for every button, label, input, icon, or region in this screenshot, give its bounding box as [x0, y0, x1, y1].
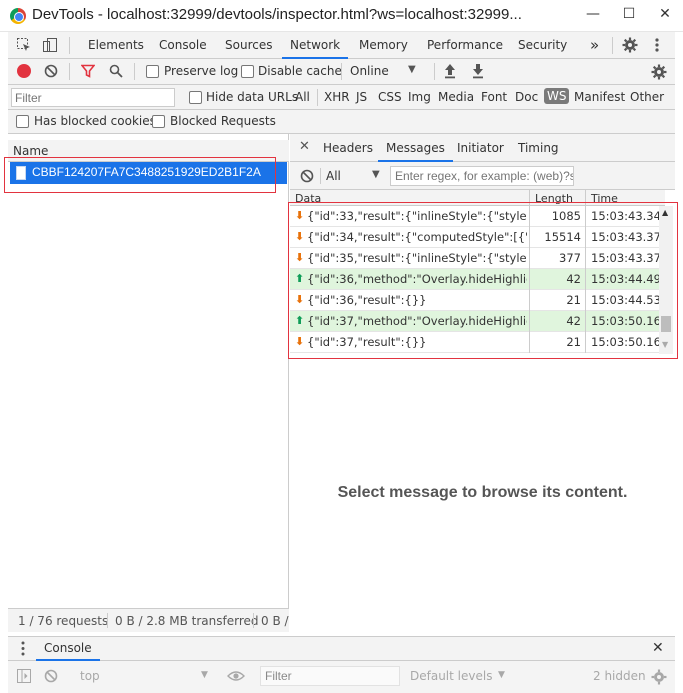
disable-cache-label: Disable cache — [258, 64, 342, 78]
filter-type-all[interactable]: All — [295, 90, 310, 104]
filter-type-xhr[interactable]: XHR — [324, 90, 350, 104]
message-type-select[interactable]: All — [326, 169, 341, 183]
settings-gear-icon[interactable] — [622, 37, 638, 53]
filter-type-css[interactable]: CSS — [378, 90, 402, 104]
divider — [107, 613, 108, 628]
divider — [341, 63, 342, 80]
console-settings-gear-icon[interactable] — [651, 669, 667, 685]
tab-memory[interactable]: Memory — [359, 32, 408, 59]
filter-type-img[interactable]: Img — [408, 90, 431, 104]
divider — [69, 63, 70, 80]
tab-timing[interactable]: Timing — [518, 141, 559, 155]
tab-network[interactable]: Network — [282, 32, 349, 59]
preserve-log-checkbox[interactable] — [146, 65, 159, 78]
search-icon[interactable] — [109, 64, 123, 78]
divider — [317, 89, 318, 106]
has-blocked-cookies-checkbox[interactable] — [16, 115, 29, 128]
tab-headers[interactable]: Headers — [323, 141, 373, 155]
tab-security[interactable]: Security — [518, 32, 567, 59]
close-detail-icon[interactable]: ✕ — [299, 139, 310, 154]
console-sidebar-icon[interactable] — [17, 669, 31, 683]
empty-message-placeholder: Select message to browse its content. — [337, 484, 628, 501]
message-type-dropdown-icon[interactable]: ▼ — [372, 169, 380, 180]
clear-messages-icon[interactable] — [300, 169, 314, 183]
drawer-menu-icon[interactable] — [20, 640, 26, 657]
tab-messages[interactable]: Messages — [378, 141, 453, 162]
annotation-box-messages — [288, 202, 678, 359]
clear-icon[interactable] — [44, 64, 58, 78]
filter-funnel-icon[interactable] — [80, 64, 96, 78]
network-toolbar: Preserve log Disable cache Online ▼ — [8, 59, 675, 85]
filter-bar: Hide data URLs All XHR JS CSS Img Media … — [8, 85, 675, 110]
context-dropdown-icon[interactable]: ▼ — [201, 670, 208, 680]
filter-input[interactable] — [11, 88, 175, 107]
throttling-select[interactable]: Online — [350, 64, 389, 78]
preserve-log-label: Preserve log — [164, 64, 239, 78]
devtools-tab-bar: Elements Console Sources Network Memory … — [8, 32, 675, 59]
console-filter-input[interactable] — [260, 666, 400, 686]
context-select[interactable]: top — [80, 669, 100, 683]
detail-tabs: ✕ Headers Messages Initiator Timing — [290, 134, 675, 162]
filter-type-font[interactable]: Font — [481, 90, 507, 104]
blocked-requests-checkbox[interactable] — [152, 115, 165, 128]
has-blocked-cookies-label: Has blocked cookies — [34, 114, 156, 128]
tab-initiator[interactable]: Initiator — [457, 141, 504, 155]
tab-performance[interactable]: Performance — [427, 32, 503, 59]
divider — [434, 63, 435, 80]
messages-filter-bar: All ▼ — [290, 162, 675, 190]
filter-type-manifest[interactable]: Manifest — [574, 90, 625, 104]
transferred-size: 0 B / 2.8 MB transferred — [115, 614, 259, 628]
close-window-button[interactable]: ✕ — [650, 0, 680, 30]
divider — [253, 613, 254, 628]
tab-console[interactable]: Console — [159, 32, 207, 59]
window-title: DevTools - localhost:32999/devtools/insp… — [32, 6, 522, 23]
divider — [612, 37, 613, 54]
hide-data-urls-label: Hide data URLs — [206, 90, 299, 104]
divider — [69, 37, 70, 54]
requests-count: 1 / 76 requests — [18, 614, 109, 628]
hide-data-urls-checkbox[interactable] — [189, 91, 202, 104]
divider — [320, 168, 321, 184]
throttling-dropdown-icon[interactable]: ▼ — [408, 64, 416, 75]
network-settings-gear-icon[interactable] — [651, 64, 667, 80]
filter-type-ws[interactable]: WS — [544, 88, 570, 104]
import-har-icon[interactable] — [444, 63, 456, 79]
resources-size: 0 B / — [261, 614, 289, 628]
message-regex-input[interactable] — [390, 166, 574, 186]
chrome-logo-icon — [10, 8, 26, 24]
tab-sources[interactable]: Sources — [225, 32, 272, 59]
drawer-tab-console[interactable]: Console — [36, 641, 100, 661]
filter-type-media[interactable]: Media — [438, 90, 474, 104]
log-levels-select[interactable]: Default levels — [410, 669, 492, 683]
divider — [134, 63, 135, 80]
maximize-button[interactable]: ☐ — [614, 0, 644, 30]
window-title-bar: DevTools - localhost:32999/devtools/insp… — [0, 0, 683, 32]
filter-type-other[interactable]: Other — [630, 90, 664, 104]
name-column-label: Name — [13, 144, 49, 158]
customize-menu-icon[interactable] — [652, 36, 662, 54]
filter-type-doc[interactable]: Doc — [515, 90, 538, 104]
filter-type-js[interactable]: JS — [356, 90, 367, 104]
blocked-requests-label: Blocked Requests — [170, 114, 276, 128]
eye-icon[interactable] — [227, 669, 245, 683]
hidden-count: 2 hidden — [593, 669, 646, 683]
close-drawer-icon[interactable]: ✕ — [652, 640, 664, 656]
more-tabs-button[interactable]: » — [590, 32, 599, 59]
inspect-element-icon[interactable] — [16, 37, 32, 53]
minimize-button[interactable]: — — [578, 0, 608, 30]
console-toolbar: top ▼ Default levels ▼ 2 hidden — [8, 661, 675, 693]
log-levels-dropdown-icon[interactable]: ▼ — [498, 670, 505, 680]
disable-cache-checkbox[interactable] — [241, 65, 254, 78]
request-list-pane: Name CBBF124207FA7C3488251929ED2B1F2A 1 … — [8, 134, 289, 632]
device-toolbar-icon[interactable] — [42, 37, 58, 53]
annotation-box-request — [4, 157, 276, 193]
tab-elements[interactable]: Elements — [88, 32, 144, 59]
record-icon[interactable] — [17, 64, 31, 78]
network-status-bar: 1 / 76 requests 0 B / 2.8 MB transferred… — [8, 608, 289, 632]
export-har-icon[interactable] — [472, 63, 484, 79]
clear-console-icon[interactable] — [44, 669, 58, 683]
blocked-filters-bar: Has blocked cookies Blocked Requests — [8, 110, 675, 134]
drawer-header: Console ✕ — [8, 636, 675, 661]
